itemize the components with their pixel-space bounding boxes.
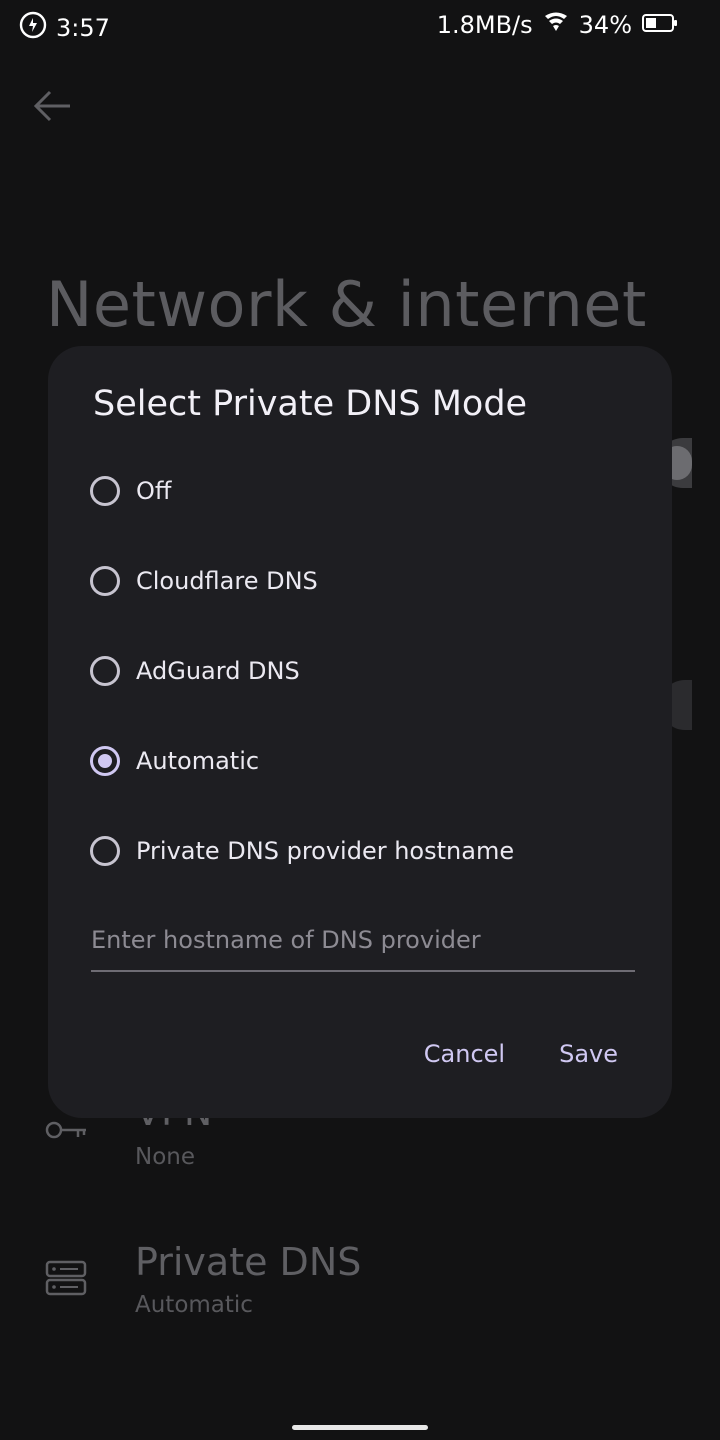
settings-row-subtitle: Automatic <box>135 1292 253 1318</box>
option-provider-hostname[interactable]: Private DNS provider hostname <box>86 821 646 881</box>
option-adguard-dns[interactable]: AdGuard DNS <box>86 641 646 701</box>
arrow-left-icon <box>33 90 70 122</box>
key-icon <box>44 1118 88 1146</box>
back-button[interactable] <box>30 86 74 126</box>
radio-button[interactable] <box>90 836 120 866</box>
hostname-field <box>91 916 635 972</box>
option-automatic[interactable]: Automatic <box>86 731 646 791</box>
settings-row-title: Private DNS <box>135 1240 362 1284</box>
cancel-button[interactable]: Cancel <box>422 1036 507 1072</box>
option-label: Automatic <box>136 747 260 775</box>
radio-button[interactable] <box>90 476 120 506</box>
option-label: Off <box>136 477 172 505</box>
option-off[interactable]: Off <box>86 461 646 521</box>
option-label: Cloudflare DNS <box>136 567 318 595</box>
radio-button[interactable] <box>90 566 120 596</box>
dialog-title: Select Private DNS Mode <box>93 384 528 424</box>
option-label: AdGuard DNS <box>136 657 300 685</box>
option-label: Private DNS provider hostname <box>136 837 515 865</box>
page-title: Network & internet <box>46 268 647 341</box>
option-cloudflare-dns[interactable]: Cloudflare DNS <box>86 551 646 611</box>
private-dns-dialog: Select Private DNS Mode Off Cloudflare D… <box>48 346 672 1118</box>
radio-button-selected[interactable] <box>90 746 120 776</box>
dns-server-icon <box>44 1260 90 1300</box>
settings-row-subtitle: None <box>135 1144 196 1170</box>
hostname-input[interactable] <box>91 916 635 964</box>
dialog-actions: Cancel Save <box>422 1036 620 1072</box>
settings-row-private-dns[interactable]: Private DNS Automatic <box>0 1240 720 1330</box>
radio-button[interactable] <box>90 656 120 686</box>
save-button[interactable]: Save <box>557 1036 620 1072</box>
screen: 3:57 1.8MB/s 34% Network & internet None… <box>0 0 720 1440</box>
home-indicator[interactable] <box>292 1425 428 1430</box>
